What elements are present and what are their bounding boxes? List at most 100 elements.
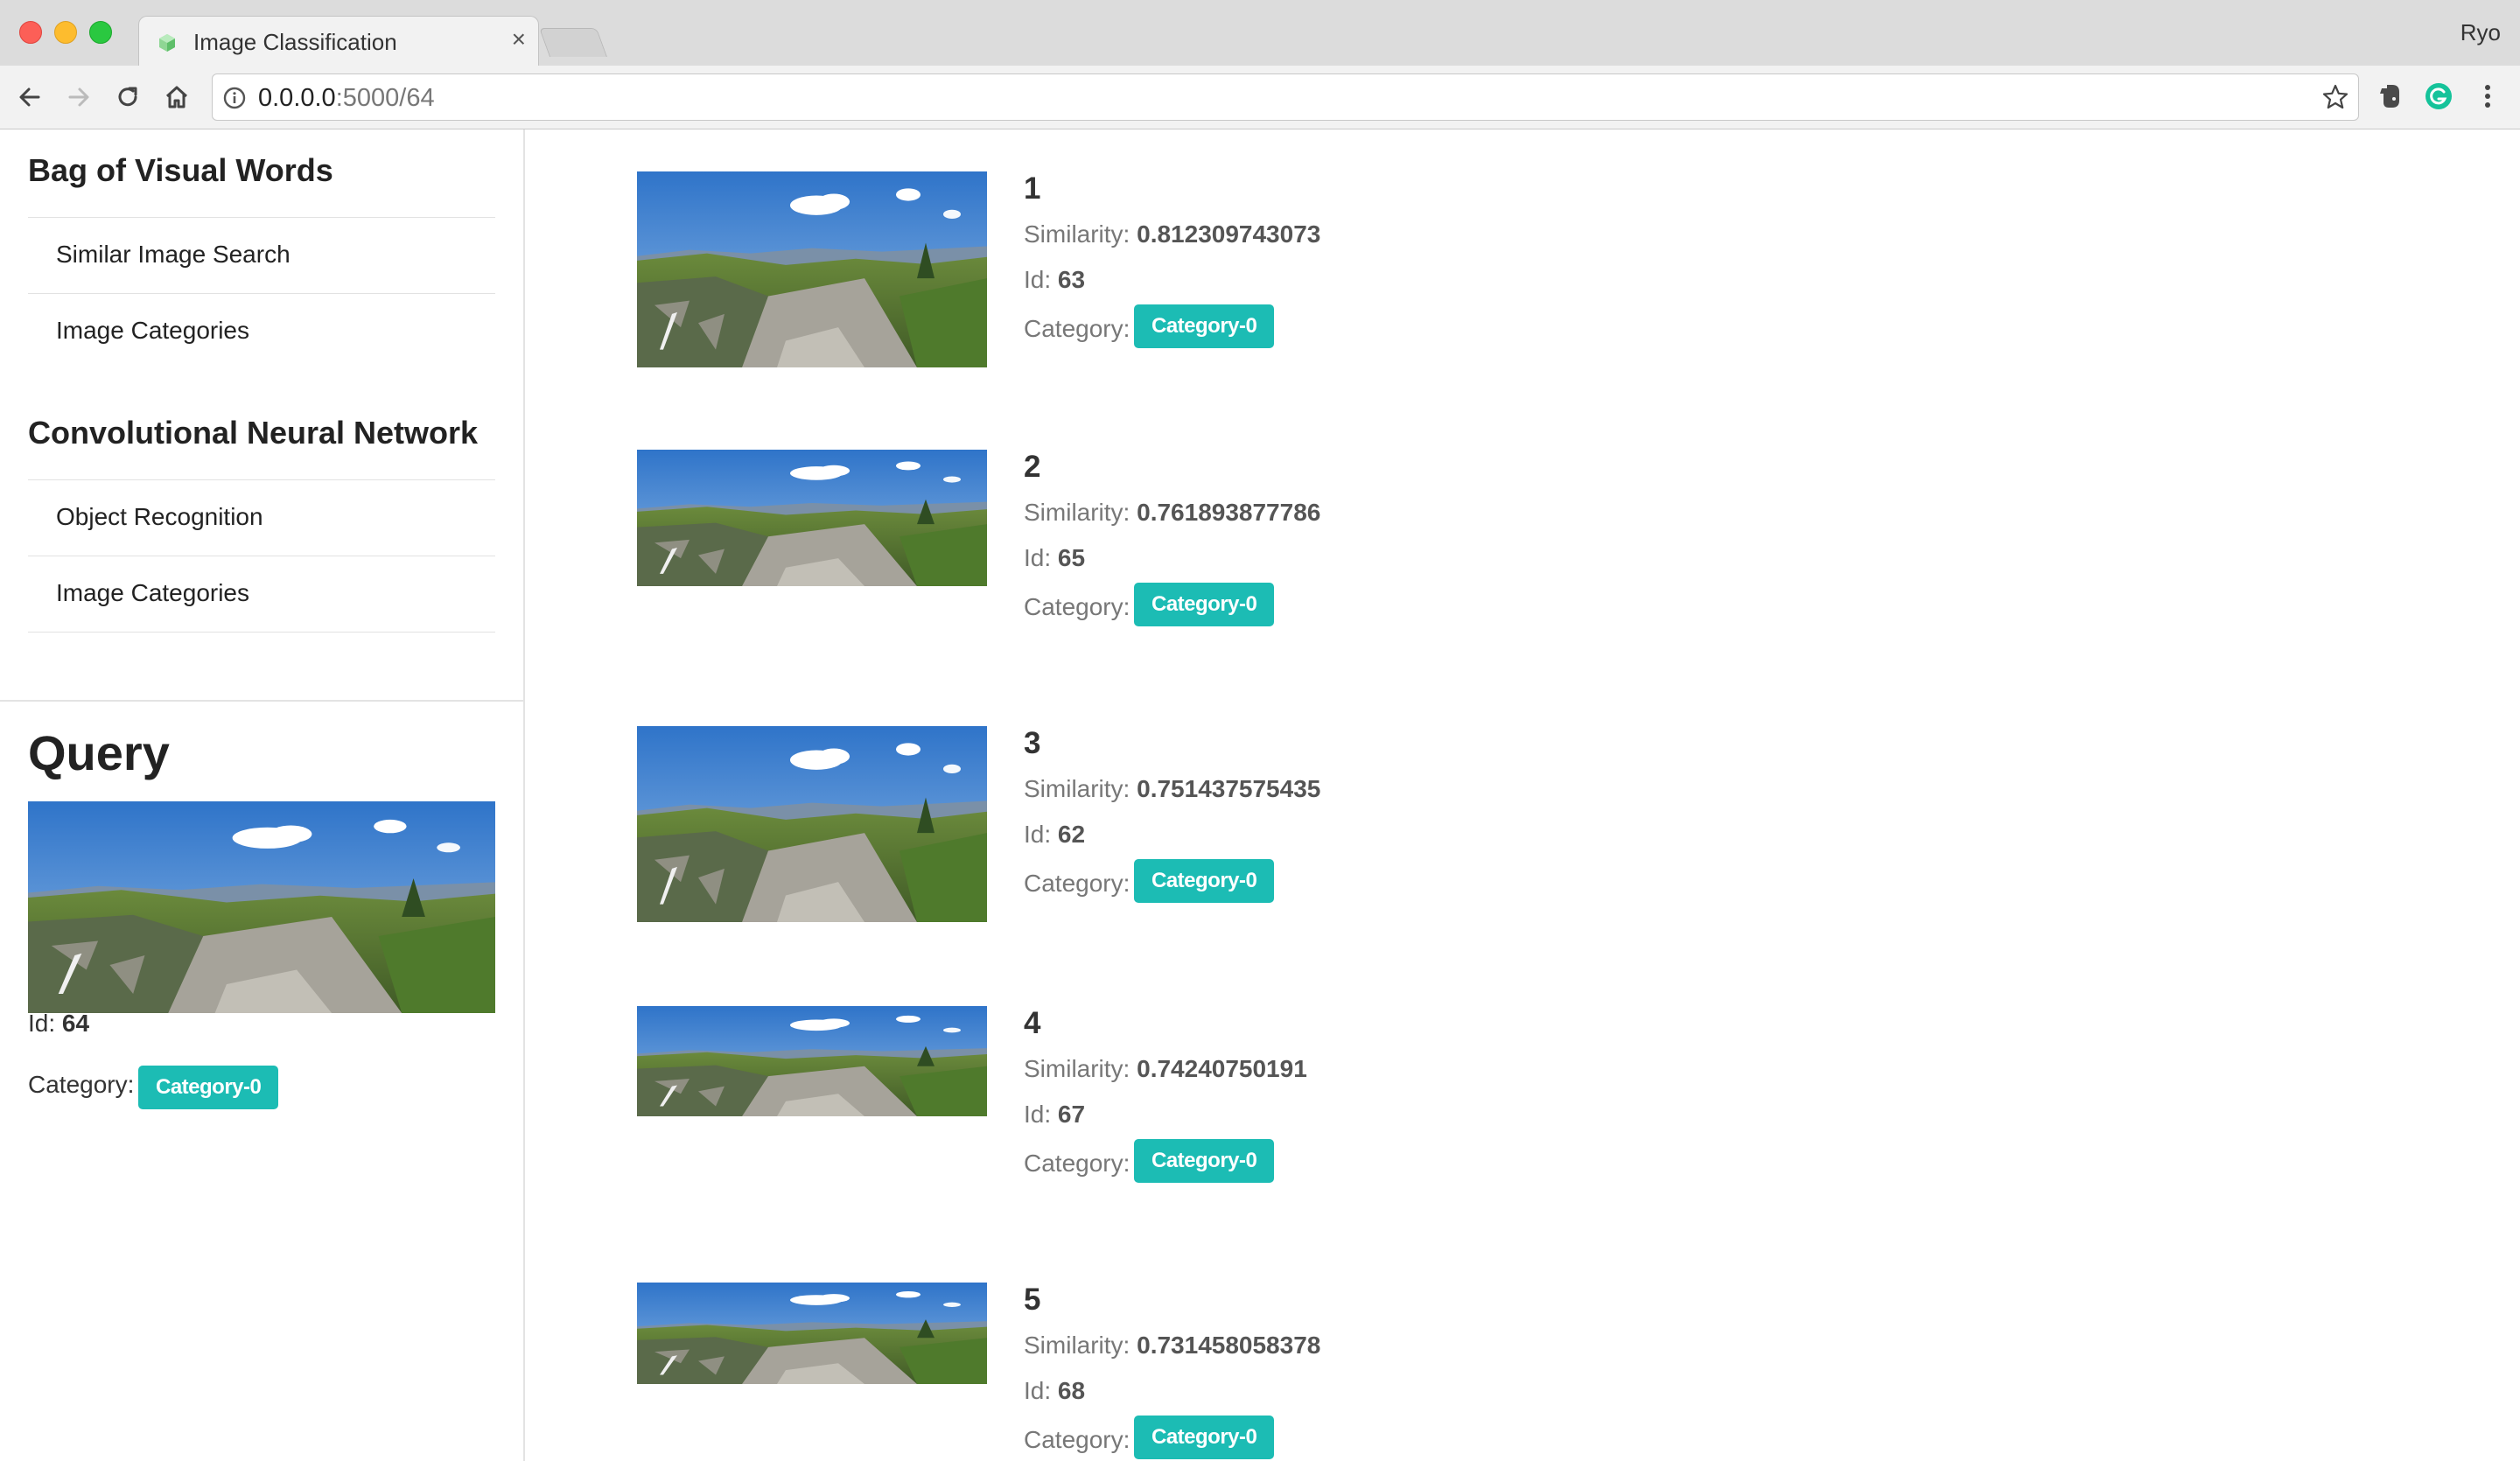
result-rank: 5 bbox=[1024, 1283, 1041, 1317]
page-content: Bag of Visual Words Similar Image Search… bbox=[0, 129, 2520, 1461]
close-window-button[interactable] bbox=[19, 21, 42, 44]
result-category: Category: Category-0 bbox=[1024, 1416, 1275, 1459]
id-label: Id: bbox=[1024, 266, 1052, 293]
query-title: Query bbox=[28, 725, 170, 780]
similarity-value: 0.731458058378 bbox=[1137, 1332, 1321, 1359]
evernote-extension-icon[interactable] bbox=[2375, 81, 2404, 111]
profile-name[interactable]: Ryo bbox=[2460, 19, 2501, 46]
result-thumbnail[interactable] bbox=[637, 1006, 987, 1116]
result-rank: 2 bbox=[1024, 450, 1041, 484]
sidebar: Bag of Visual Words Similar Image Search… bbox=[0, 129, 525, 1461]
result-id: Id: 68 bbox=[1024, 1377, 1085, 1405]
tab-title: Image Classification bbox=[193, 29, 397, 55]
result-rank: 4 bbox=[1024, 1006, 1041, 1040]
browser-tab[interactable]: Image Classification × bbox=[138, 16, 539, 67]
category-label: Category: bbox=[1024, 1150, 1130, 1177]
forward-arrow-icon[interactable] bbox=[63, 81, 94, 113]
similarity-label: Similarity: bbox=[1024, 499, 1130, 526]
result-similarity: Similarity: 0.761893877786 bbox=[1024, 499, 1320, 527]
result-thumbnail[interactable] bbox=[637, 726, 987, 922]
result-thumbnail[interactable] bbox=[637, 171, 987, 367]
id-value: 65 bbox=[1057, 544, 1086, 571]
result-thumbnail[interactable] bbox=[637, 450, 987, 586]
query-category-badge[interactable]: Category-0 bbox=[138, 1066, 279, 1109]
nav-divider bbox=[28, 632, 495, 633]
nav-item-label: Object Recognition bbox=[56, 503, 263, 530]
query-category-label: Category: bbox=[28, 1071, 135, 1098]
info-icon[interactable] bbox=[223, 87, 246, 109]
similarity-value: 0.74240750191 bbox=[1137, 1055, 1307, 1082]
maximize-window-button[interactable] bbox=[89, 21, 112, 44]
category-label: Category: bbox=[1024, 870, 1130, 897]
id-label: Id: bbox=[1024, 821, 1052, 848]
similarity-value: 0.761893877786 bbox=[1137, 499, 1321, 526]
result-id: Id: 67 bbox=[1024, 1101, 1085, 1129]
id-label: Id: bbox=[1024, 544, 1052, 571]
result-rank: 1 bbox=[1024, 171, 1041, 206]
similarity-label: Similarity: bbox=[1024, 220, 1130, 248]
similarity-label: Similarity: bbox=[1024, 1055, 1130, 1082]
nav-similar-image-search[interactable]: Similar Image Search bbox=[28, 217, 495, 293]
sidebar-divider bbox=[0, 700, 523, 702]
result-id: Id: 63 bbox=[1024, 266, 1085, 294]
id-label: Id: bbox=[1024, 1377, 1052, 1404]
grammarly-extension-icon[interactable] bbox=[2424, 81, 2454, 111]
query-id: Id: 64 bbox=[28, 1010, 89, 1038]
query-id-value: 64 bbox=[61, 1010, 90, 1037]
minimize-window-button[interactable] bbox=[54, 21, 77, 44]
browser-toolbar: 0.0.0.0:5000/64 bbox=[0, 66, 2520, 129]
similarity-label: Similarity: bbox=[1024, 1332, 1130, 1359]
nav-item-label: Image Categories bbox=[56, 317, 250, 344]
menu-dots-icon[interactable] bbox=[2473, 81, 2502, 111]
back-arrow-icon[interactable] bbox=[14, 81, 46, 113]
section-title-bovw: Bag of Visual Words bbox=[28, 152, 333, 188]
query-id-label: Id: bbox=[28, 1010, 56, 1037]
browser-titlebar: Image Classification × Ryo bbox=[0, 0, 2520, 67]
section-title-cnn: Convolutional Neural Network bbox=[28, 415, 479, 451]
result-id: Id: 62 bbox=[1024, 821, 1085, 849]
result-id: Id: 65 bbox=[1024, 544, 1085, 572]
id-value: 62 bbox=[1057, 821, 1086, 848]
nav-cnn-image-categories[interactable]: Image Categories bbox=[28, 556, 495, 632]
home-icon[interactable] bbox=[161, 81, 192, 113]
category-badge[interactable]: Category-0 bbox=[1134, 1416, 1275, 1459]
result-category: Category: Category-0 bbox=[1024, 304, 1275, 348]
similarity-value: 0.751437575435 bbox=[1137, 775, 1321, 802]
bookmark-star-icon[interactable] bbox=[2321, 83, 2349, 111]
url-text[interactable]: 0.0.0.0:5000/64 bbox=[258, 84, 435, 113]
result-category: Category: Category-0 bbox=[1024, 859, 1275, 903]
nav-object-recognition[interactable]: Object Recognition bbox=[28, 479, 495, 556]
nav-item-label: Similar Image Search bbox=[56, 241, 290, 268]
results-list: 1 Similarity: 0.812309743073 Id: 63 Cate… bbox=[525, 129, 2520, 1461]
result-thumbnail[interactable] bbox=[637, 1283, 987, 1384]
result-similarity: Similarity: 0.731458058378 bbox=[1024, 1332, 1320, 1360]
result-similarity: Similarity: 0.751437575435 bbox=[1024, 775, 1320, 803]
result-category: Category: Category-0 bbox=[1024, 583, 1275, 626]
cube-favicon-icon bbox=[159, 34, 175, 52]
id-value: 63 bbox=[1057, 266, 1086, 293]
category-badge[interactable]: Category-0 bbox=[1134, 859, 1275, 903]
category-label: Category: bbox=[1024, 593, 1130, 620]
category-label: Category: bbox=[1024, 315, 1130, 342]
similarity-label: Similarity: bbox=[1024, 775, 1130, 802]
reload-icon[interactable] bbox=[112, 81, 144, 113]
category-label: Category: bbox=[1024, 1426, 1130, 1453]
result-similarity: Similarity: 0.74240750191 bbox=[1024, 1055, 1307, 1083]
result-category: Category: Category-0 bbox=[1024, 1139, 1275, 1183]
url-host: 0.0.0.0 bbox=[258, 84, 336, 112]
nav-item-label: Image Categories bbox=[56, 579, 250, 606]
id-label: Id: bbox=[1024, 1101, 1052, 1128]
new-tab-button[interactable] bbox=[538, 28, 608, 57]
address-bar[interactable]: 0.0.0.0:5000/64 bbox=[212, 73, 2359, 121]
category-badge[interactable]: Category-0 bbox=[1134, 583, 1275, 626]
nav-bovw-image-categories[interactable]: Image Categories bbox=[28, 293, 495, 369]
result-similarity: Similarity: 0.812309743073 bbox=[1024, 220, 1320, 248]
query-image bbox=[28, 801, 495, 1013]
category-badge[interactable]: Category-0 bbox=[1134, 1139, 1275, 1183]
category-badge[interactable]: Category-0 bbox=[1134, 304, 1275, 348]
tab-close-icon[interactable]: × bbox=[512, 27, 526, 52]
id-value: 68 bbox=[1057, 1377, 1086, 1404]
url-path: :5000/64 bbox=[335, 84, 435, 112]
similarity-value: 0.812309743073 bbox=[1137, 220, 1321, 248]
id-value: 67 bbox=[1057, 1101, 1086, 1128]
